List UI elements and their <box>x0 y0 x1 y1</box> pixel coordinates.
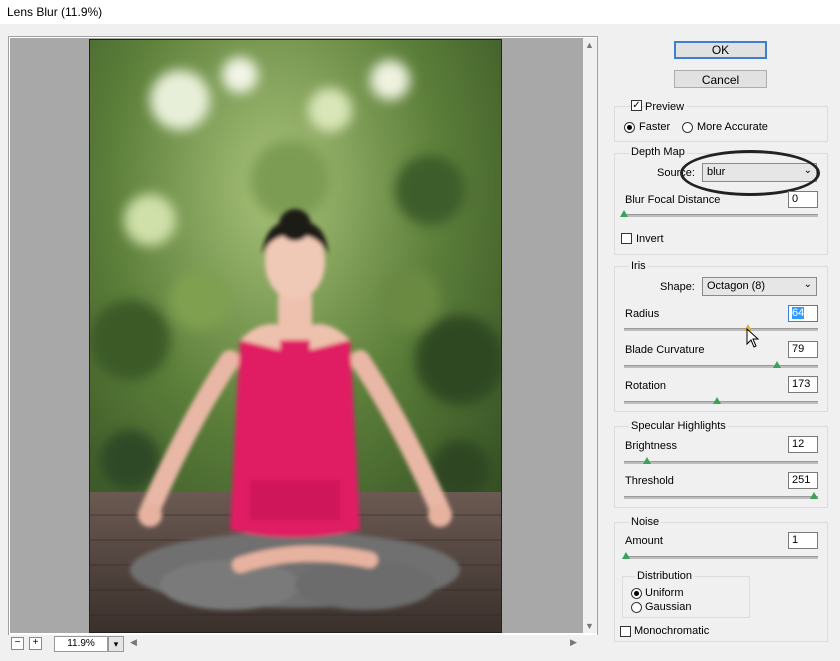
radius-slider[interactable] <box>624 324 818 331</box>
slider-knob[interactable] <box>643 457 652 464</box>
scroll-right-arrow-icon[interactable]: ▶ <box>570 637 577 648</box>
uniform-radio[interactable] <box>631 588 642 599</box>
zoom-dropdown-chevron-icon[interactable]: ▾ <box>108 636 124 652</box>
more-accurate-label: More Accurate <box>697 121 768 133</box>
zoom-out-button[interactable]: − <box>11 637 24 650</box>
slider-knob[interactable] <box>713 397 722 404</box>
amount-slider[interactable] <box>621 552 818 559</box>
blur-focal-distance-input[interactable]: 0 <box>788 191 818 208</box>
scroll-left-arrow-icon[interactable]: ◀ <box>130 637 137 648</box>
zoom-in-button[interactable]: + <box>29 637 42 650</box>
blade-curvature-label: Blade Curvature <box>625 344 705 356</box>
blade-curvature-slider[interactable] <box>624 361 818 368</box>
gaussian-label: Gaussian <box>645 601 692 613</box>
scroll-up-arrow-icon[interactable]: ▲ <box>585 40 594 50</box>
rotation-input[interactable]: 173 <box>788 376 818 393</box>
slider-knob[interactable] <box>773 361 782 368</box>
blade-curvature-input[interactable]: 79 <box>788 341 818 358</box>
invert-checkbox[interactable] <box>621 233 632 244</box>
preview-image[interactable] <box>89 39 502 633</box>
noise-label: Noise <box>629 516 662 528</box>
preview-checkbox[interactable]: ✓ <box>631 100 642 111</box>
invert-label: Invert <box>636 233 664 245</box>
chevron-down-icon: ⌄ <box>803 279 812 290</box>
ok-button[interactable]: OK <box>674 41 767 59</box>
preview-label: Preview <box>645 101 688 113</box>
radius-value: 64 <box>792 307 805 319</box>
vertical-scrollbar[interactable]: ▲ ▼ <box>583 38 597 633</box>
specular-highlights-label: Specular Highlights <box>629 420 728 432</box>
blur-focal-distance-label: Blur Focal Distance <box>625 194 721 206</box>
threshold-slider[interactable] <box>624 492 819 499</box>
amount-input[interactable]: 1 <box>788 532 818 549</box>
brightness-slider[interactable] <box>624 457 818 464</box>
shape-value: Octagon (8) <box>707 280 766 292</box>
brightness-label: Brightness <box>625 440 677 452</box>
uniform-label: Uniform <box>645 587 684 599</box>
preview-status-bar: − + 11.9% ▾ ◀ ▶ <box>8 635 598 653</box>
faster-radio[interactable] <box>624 122 635 133</box>
shape-select[interactable]: Octagon (8) ⌄ <box>702 277 817 296</box>
iris-label: Iris <box>629 260 648 272</box>
monochromatic-checkbox[interactable] <box>620 626 631 637</box>
highlight-oval-annotation <box>680 150 820 196</box>
mouse-cursor-icon <box>746 327 760 351</box>
amount-label: Amount <box>625 535 663 547</box>
more-accurate-radio[interactable] <box>682 122 693 133</box>
threshold-input[interactable]: 251 <box>788 472 818 489</box>
slider-knob[interactable] <box>621 552 630 559</box>
radius-input[interactable]: 64 <box>788 305 818 322</box>
threshold-label: Threshold <box>625 475 674 487</box>
brightness-input[interactable]: 12 <box>788 436 818 453</box>
scroll-down-arrow-icon[interactable]: ▼ <box>585 621 594 631</box>
window-title: Lens Blur (11.9%) <box>7 5 103 19</box>
shape-label: Shape: <box>660 281 695 293</box>
gaussian-radio[interactable] <box>631 602 642 613</box>
radius-label: Radius <box>625 308 660 320</box>
slider-knob[interactable] <box>810 492 819 499</box>
zoom-level-field[interactable]: 11.9% <box>54 636 108 652</box>
monochromatic-label: Monochromatic <box>634 625 710 637</box>
cancel-button[interactable]: Cancel <box>674 70 767 88</box>
distribution-label: Distribution <box>635 570 695 582</box>
slider-knob[interactable] <box>620 210 628 217</box>
rotation-slider[interactable] <box>624 397 818 404</box>
blur-focal-distance-slider[interactable] <box>620 210 818 217</box>
faster-label: Faster <box>639 121 671 133</box>
depth-map-label: Depth Map <box>629 146 687 158</box>
rotation-label: Rotation <box>625 380 666 392</box>
title-bar: Lens Blur (11.9%) <box>0 0 840 24</box>
